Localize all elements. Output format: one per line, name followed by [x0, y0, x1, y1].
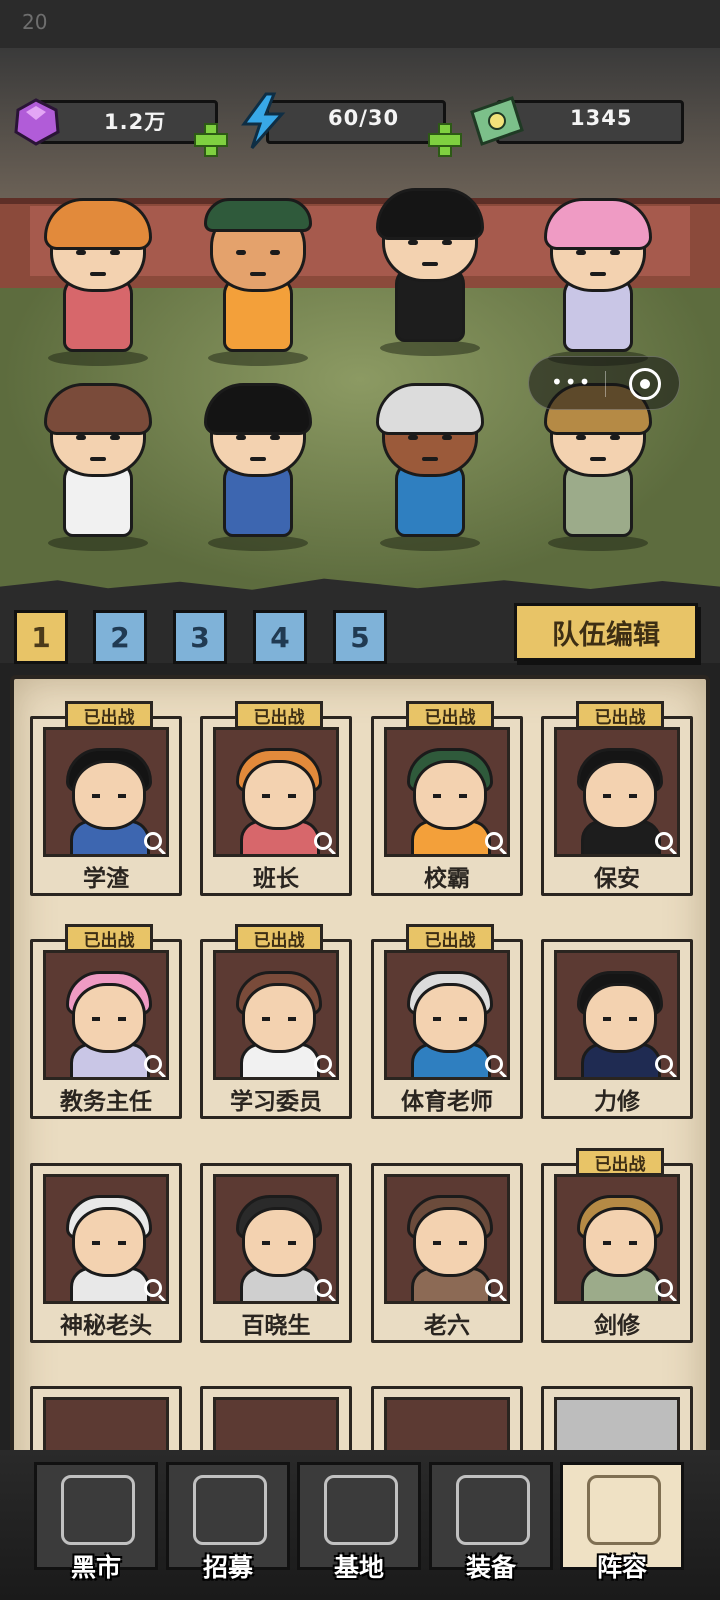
nav-label[interactable]: 招募	[166, 1548, 290, 1584]
hero-name: 剑修	[594, 1313, 640, 1339]
deployed-badge: 已出战	[406, 701, 494, 729]
magnifier-icon[interactable]	[655, 832, 673, 850]
gem-value: 1.2万	[104, 110, 167, 134]
magnifier-icon[interactable]	[655, 1055, 673, 1073]
scene-hero-slacker[interactable]	[188, 383, 328, 553]
floating-capsule[interactable]: •••	[528, 356, 680, 410]
scene-hero-pe-teacher[interactable]	[360, 383, 500, 553]
lightning-icon	[241, 92, 286, 149]
deployed-badge: 已出战	[576, 701, 664, 729]
deployed-badge: 已出战	[576, 1148, 664, 1176]
energy-value: 60/30	[328, 106, 400, 130]
add-gems-button[interactable]	[194, 123, 228, 157]
team-tab-2[interactable]: 2	[93, 610, 147, 664]
hero-portrait	[213, 727, 339, 857]
magnifier-icon[interactable]	[314, 1279, 332, 1297]
magnifier-icon[interactable]	[485, 1279, 503, 1297]
hero-name: 神秘老头	[60, 1313, 152, 1339]
hero-portrait	[554, 1174, 680, 1304]
roster-card[interactable]: 班长 已出战	[200, 701, 352, 896]
deployed-badge: 已出战	[65, 701, 153, 729]
team-edit-button[interactable]: 队伍编辑	[514, 603, 698, 661]
roster-card[interactable]: 老六	[371, 1163, 523, 1343]
scene-hero-monitor[interactable]	[28, 198, 168, 368]
scene-hero-guard[interactable]	[360, 188, 500, 358]
magnifier-icon[interactable]	[314, 832, 332, 850]
hero-portrait	[384, 1174, 510, 1304]
hero-portrait	[554, 950, 680, 1080]
team-tab-4[interactable]: 4	[253, 610, 307, 664]
hero-portrait	[384, 950, 510, 1080]
hero-name: 学习委员	[230, 1089, 322, 1115]
hero-name: 保安	[594, 866, 640, 892]
deployed-badge: 已出战	[235, 924, 323, 952]
magnifier-icon[interactable]	[144, 1055, 162, 1073]
hero-name: 老六	[424, 1313, 470, 1339]
more-dots-icon[interactable]: •••	[551, 370, 592, 394]
status-bar: 20	[0, 0, 720, 48]
roster-card[interactable]: 保安 已出战	[541, 701, 693, 896]
cash-icon	[470, 96, 524, 146]
hero-portrait	[43, 950, 169, 1080]
roster-card[interactable]: 剑修 已出战	[541, 1148, 693, 1343]
magnifier-icon[interactable]	[485, 832, 503, 850]
team-tab-1[interactable]: 1	[14, 610, 68, 664]
hero-portrait	[213, 950, 339, 1080]
magnifier-icon[interactable]	[485, 1055, 503, 1073]
hero-portrait	[43, 727, 169, 857]
magnifier-icon[interactable]	[144, 1279, 162, 1297]
scene-hero-study-rep[interactable]	[28, 383, 168, 553]
nav-label[interactable]: 基地	[297, 1548, 421, 1584]
deployed-badge: 已出战	[235, 701, 323, 729]
roster-card[interactable]: 百晓生	[200, 1163, 352, 1343]
roster-card[interactable]: 学渣 已出战	[30, 701, 182, 896]
lineup-icon	[587, 1475, 661, 1545]
scene-hero-director[interactable]	[528, 198, 668, 368]
scene-hero-bully[interactable]	[188, 198, 328, 368]
hero-name: 学渣	[83, 866, 129, 892]
team-tab-3[interactable]: 3	[173, 610, 227, 664]
roster-card[interactable]: 体育老师 已出战	[371, 924, 523, 1119]
cash-counter: 1345	[466, 96, 686, 146]
roster-card[interactable]: 校霸 已出战	[371, 701, 523, 896]
gem-icon	[14, 98, 60, 146]
magnifier-icon[interactable]	[655, 1279, 673, 1297]
hero-portrait	[43, 1174, 169, 1304]
add-energy-button[interactable]	[428, 123, 462, 157]
hero-name: 体育老师	[401, 1089, 493, 1115]
deployed-badge: 已出战	[65, 924, 153, 952]
bag-icon	[61, 1475, 135, 1545]
hero-name: 校霸	[424, 866, 470, 892]
cash-value: 1345	[570, 106, 633, 130]
nav-label[interactable]: 装备	[429, 1548, 553, 1584]
roster-card[interactable]: 力修	[541, 939, 693, 1119]
hero-portrait	[554, 727, 680, 857]
hero-name: 教务主任	[60, 1089, 152, 1115]
castle-icon	[324, 1475, 398, 1545]
cards-icon	[193, 1475, 267, 1545]
hero-name: 班长	[253, 866, 299, 892]
gear-items-icon	[456, 1475, 530, 1545]
close-target-icon[interactable]	[629, 368, 661, 400]
status-time: 20	[22, 10, 48, 34]
magnifier-icon[interactable]	[314, 1055, 332, 1073]
hero-portrait	[213, 1174, 339, 1304]
magnifier-icon[interactable]	[144, 832, 162, 850]
energy-counter: 60/30	[236, 92, 448, 149]
roster-card[interactable]: 学习委员 已出战	[200, 924, 352, 1119]
roster-card[interactable]: 神秘老头	[30, 1163, 182, 1343]
nav-label[interactable]: 阵容	[560, 1548, 684, 1584]
nav-label[interactable]: 黑市	[34, 1548, 158, 1584]
roster-card[interactable]: 教务主任 已出战	[30, 924, 182, 1119]
gem-counter: 1.2万	[8, 98, 220, 146]
team-tab-5[interactable]: 5	[333, 610, 387, 664]
hero-portrait	[384, 727, 510, 857]
hero-name: 百晓生	[241, 1313, 311, 1339]
deployed-badge: 已出战	[406, 924, 494, 952]
hero-name: 力修	[594, 1089, 640, 1115]
